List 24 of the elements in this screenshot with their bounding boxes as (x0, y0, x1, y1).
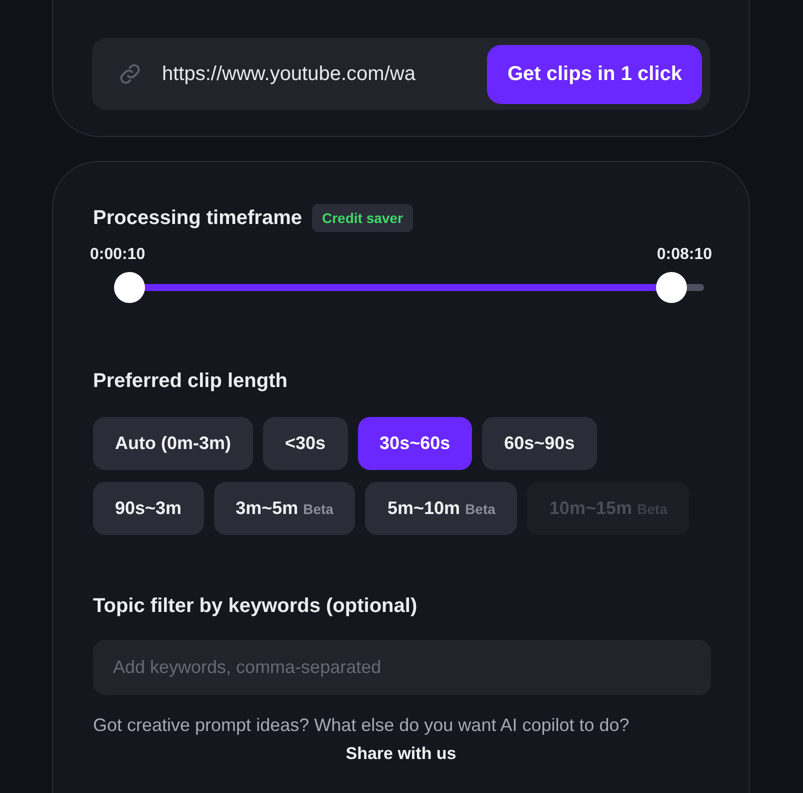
clip-length-option[interactable]: 5m~10m Beta (365, 482, 518, 535)
feedback-text: Got creative prompt ideas? What else do you want AI copilot to do? (93, 715, 630, 736)
clip-length-option[interactable]: 60s~90s (482, 417, 597, 470)
time-label: 0:00:10 (90, 246, 146, 264)
clip-length-option[interactable]: Auto (0m-3m) (93, 417, 253, 470)
section-title: Topic filter by keywords (optional) (93, 595, 418, 618)
get-clips-button[interactable]: Get clips in 1 click (487, 44, 702, 104)
clip-length-option[interactable]: <30s (263, 417, 348, 470)
beta-tag: Beta (465, 501, 496, 517)
slider-handle[interactable] (656, 272, 688, 302)
url-field[interactable]: https://www.youtube.com/wa Get clips in 1 click (92, 38, 710, 110)
clip-length-option[interactable]: 30s~60s (358, 417, 472, 470)
section-title: Processing timeframe (93, 206, 302, 230)
clip-length-option[interactable]: 3m~5m Beta (214, 482, 356, 535)
share-link[interactable]: Share with us (346, 744, 456, 764)
section-title: Preferred clip length (93, 370, 288, 393)
clip-length-option[interactable]: 90s~3m (93, 482, 204, 535)
keywords-field[interactable]: Add keywords, comma-separated (93, 640, 711, 695)
credit-saver-badge: Credit saver (312, 204, 413, 232)
slider-handle[interactable] (114, 272, 145, 302)
time-label: 0:08:10 (656, 246, 712, 264)
slider-track (687, 284, 704, 290)
link-icon (118, 62, 142, 86)
beta-tag: Beta (303, 501, 334, 517)
